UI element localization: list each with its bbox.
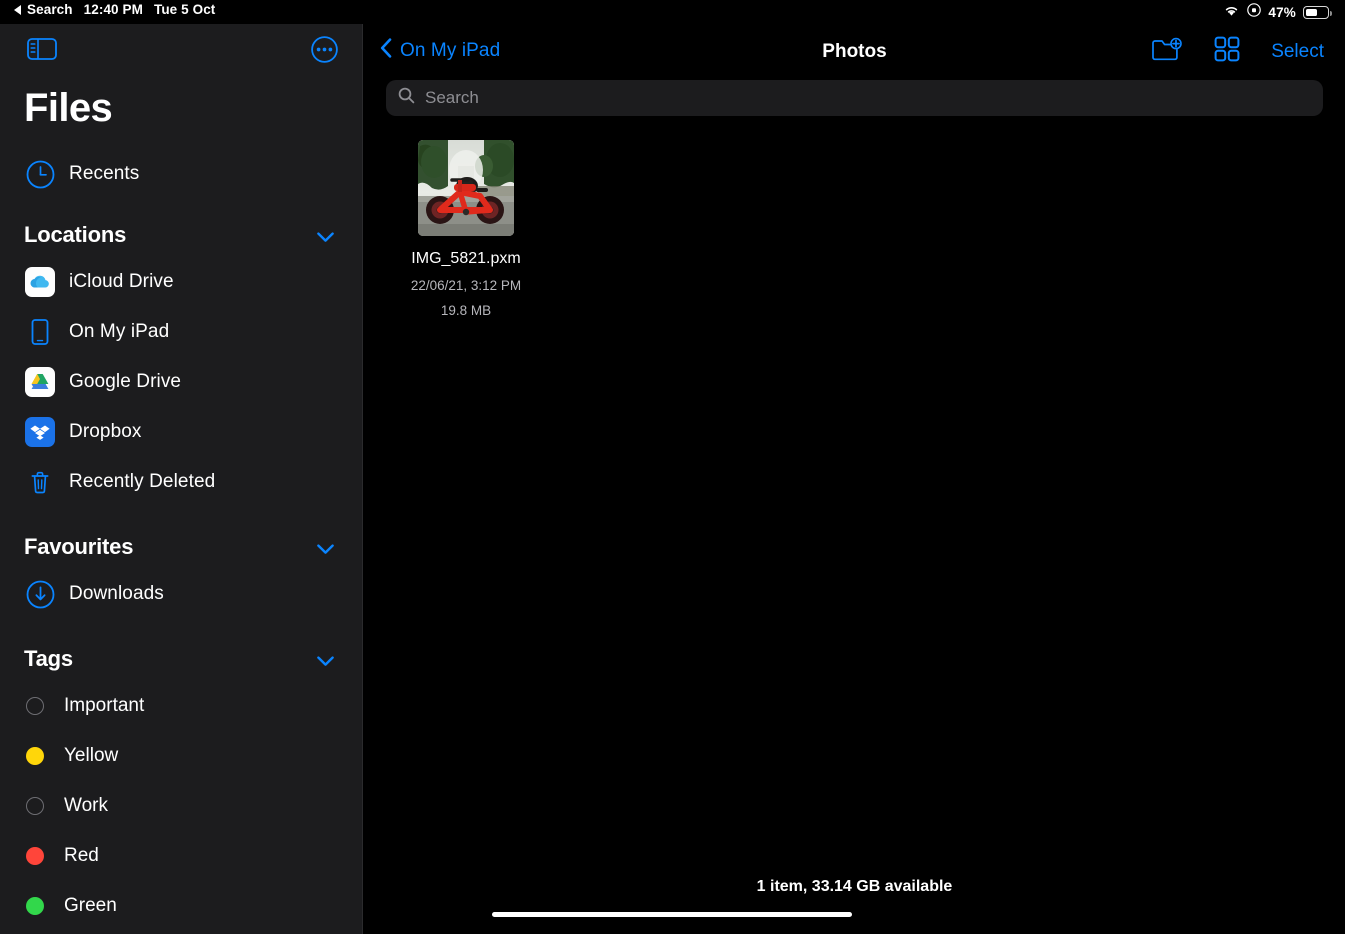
dropbox-icon: [24, 416, 56, 448]
sidebar-item-dropbox[interactable]: Dropbox: [0, 407, 362, 457]
page-title: Files: [24, 86, 113, 130]
sidebar-tag-yellow[interactable]: Yellow: [0, 731, 362, 781]
tag-color-dot: [26, 847, 44, 865]
download-circle-icon: [24, 578, 56, 610]
sidebar-item-label: On My iPad: [69, 321, 170, 342]
ipad-icon: [24, 316, 56, 348]
sidebar-item-recents[interactable]: Recents: [0, 149, 362, 199]
status-bar-left: Search 12:40 PM Tue 5 Oct: [14, 2, 215, 17]
tag-color-dot: [26, 747, 44, 765]
file-item[interactable]: IMG_5821.pxm 22/06/21, 3:12 PM 19.8 MB: [386, 140, 546, 321]
file-thumbnail[interactable]: [418, 140, 514, 236]
sidebar-tag-red[interactable]: Red: [0, 831, 362, 881]
section-title: Tags: [24, 646, 73, 671]
more-options-icon[interactable]: [310, 35, 338, 63]
chevron-down-icon[interactable]: [317, 654, 334, 666]
status-bar: Search 12:40 PM Tue 5 Oct 47%: [0, 0, 1345, 24]
section-header-tags[interactable]: Tags: [0, 637, 362, 681]
icloud-drive-icon: [24, 266, 56, 298]
sidebar-item-label: Recently Deleted: [69, 471, 216, 492]
tag-color-dot: [26, 897, 44, 915]
sidebar-item-label: Downloads: [69, 583, 164, 604]
file-date: 22/06/21, 3:12 PM: [410, 278, 522, 293]
tag-label: Red: [64, 845, 99, 866]
screen-rotation-lock-icon: [1247, 3, 1262, 22]
tag-color-dot: [26, 797, 44, 815]
file-name: IMG_5821.pxm: [411, 250, 521, 267]
file-grid: IMG_5821.pxm 22/06/21, 3:12 PM 19.8 MB: [364, 116, 1345, 321]
status-bar-text: 1 item, 33.14 GB available: [756, 878, 953, 895]
sidebar-item-google-drive[interactable]: Google Drive: [0, 357, 362, 407]
back-triangle-icon[interactable]: [14, 4, 21, 15]
file-size: 19.8 MB: [440, 302, 492, 318]
select-button[interactable]: Select: [1271, 41, 1324, 63]
status-bar-right: 47%: [1223, 3, 1333, 22]
sidebar-item-label: Dropbox: [69, 421, 142, 442]
sidebar: Files Recents Locations iCloud Drive On …: [0, 24, 363, 934]
sidebar-toolbar: [0, 24, 362, 74]
sidebar-tag-important[interactable]: Important: [0, 681, 362, 731]
status-bar-back-label[interactable]: Search: [27, 2, 73, 17]
section-header-locations[interactable]: Locations: [0, 213, 362, 257]
chevron-down-icon[interactable]: [317, 542, 334, 554]
section-title: Locations: [24, 222, 127, 247]
sidebar-toggle-icon[interactable]: [26, 36, 58, 62]
search-input[interactable]: Search: [425, 88, 479, 108]
search-bar[interactable]: Search: [386, 80, 1323, 116]
status-bar-date: Tue 5 Oct: [153, 2, 216, 17]
navigation-actions: Select: [1151, 36, 1324, 67]
sidebar-tag-work[interactable]: Work: [0, 781, 362, 831]
google-drive-icon: [24, 366, 56, 398]
home-indicator[interactable]: [492, 912, 852, 917]
section-header-favourites[interactable]: Favourites: [0, 525, 362, 569]
clock-icon: [24, 158, 56, 190]
sidebar-item-downloads[interactable]: Downloads: [0, 569, 362, 619]
navigation-bar: On My iPad Photos Select: [364, 24, 1345, 80]
section-title: Favourites: [24, 534, 134, 559]
tag-label: Green: [64, 895, 117, 916]
trash-icon: [24, 466, 56, 498]
sidebar-item-label: Recents: [69, 163, 140, 184]
grid-view-icon[interactable]: [1214, 36, 1240, 67]
sidebar-item-label: Google Drive: [69, 371, 182, 392]
wifi-icon: [1223, 4, 1240, 22]
main-content: On My iPad Photos Select Search IMG_5821…: [364, 24, 1345, 934]
files-app-window: Search 12:40 PM Tue 5 Oct 47% Files Rece…: [0, 0, 1345, 934]
tag-label: Important: [64, 695, 145, 716]
tag-color-dot: [26, 697, 44, 715]
battery-percent: 47%: [1268, 5, 1296, 20]
status-bar-time: 12:40 PM: [83, 2, 143, 17]
tag-label: Yellow: [64, 745, 119, 766]
sidebar-item-recently-deleted[interactable]: Recently Deleted: [0, 457, 362, 507]
chevron-down-icon[interactable]: [317, 230, 334, 242]
sidebar-item-on-my-ipad[interactable]: On My iPad: [0, 307, 362, 357]
sidebar-item-icloud-drive[interactable]: iCloud Drive: [0, 257, 362, 307]
battery-icon: [1303, 6, 1333, 19]
sidebar-tag-green[interactable]: Green: [0, 881, 362, 931]
tag-label: Work: [64, 795, 108, 816]
search-icon: [398, 87, 415, 109]
sidebar-item-label: iCloud Drive: [69, 271, 174, 292]
new-folder-icon[interactable]: [1151, 36, 1183, 67]
